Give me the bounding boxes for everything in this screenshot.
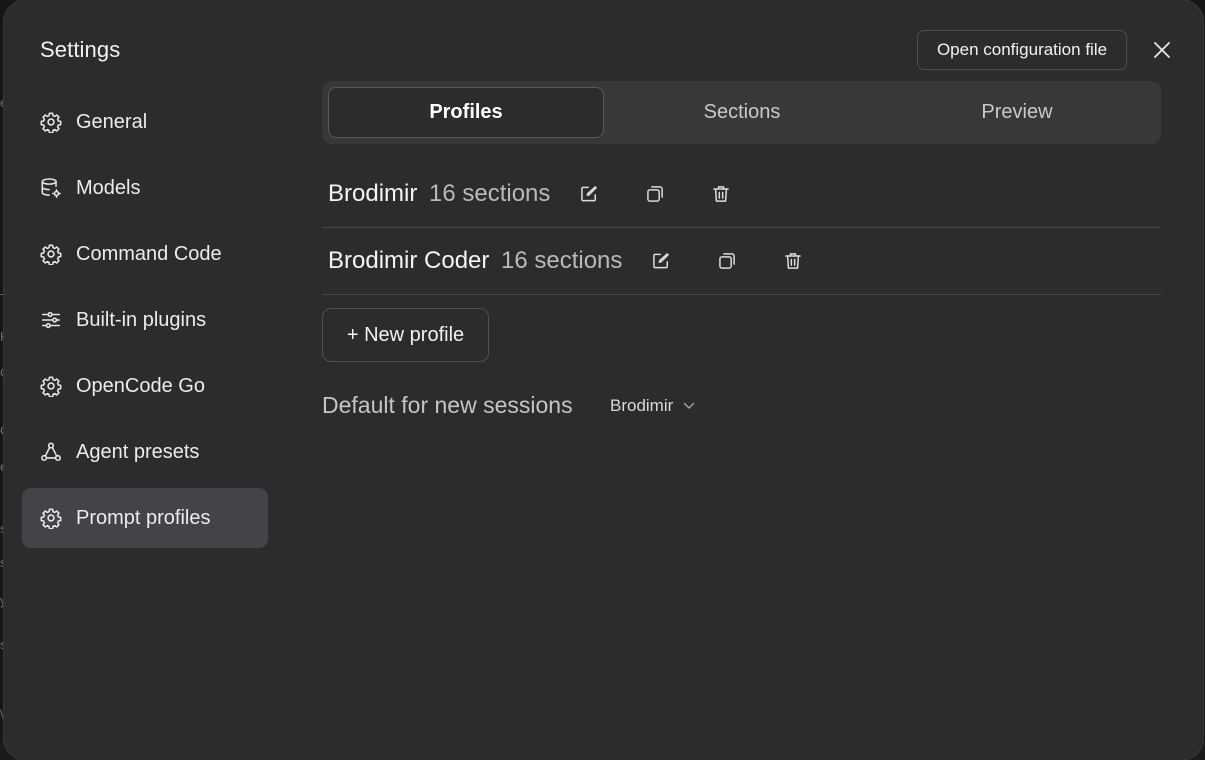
- profile-name: Brodimir: [328, 180, 418, 207]
- default-profile-label: Default for new sessions: [322, 392, 573, 418]
- sidebar-item-label: General: [76, 110, 148, 133]
- edit-profile-button[interactable]: [577, 182, 601, 206]
- copy-icon: [647, 186, 663, 202]
- tab-sections[interactable]: Sections: [604, 87, 880, 138]
- duplicate-profile-button[interactable]: [643, 182, 667, 206]
- database-gear-icon: [40, 177, 62, 199]
- chevron-down-icon: [683, 402, 695, 410]
- new-profile-button[interactable]: + New profile: [322, 308, 489, 362]
- default-profile-select[interactable]: Brodimir: [602, 392, 703, 420]
- tab-preview[interactable]: Preview: [879, 87, 1155, 138]
- close-icon: [1154, 42, 1170, 58]
- gear-icon: [40, 507, 62, 529]
- profile-section-count: 16 sections: [429, 180, 551, 207]
- sidebar-item-general[interactable]: General: [22, 92, 268, 152]
- sidebar-item-built-in-plugins[interactable]: Built-in plugins: [22, 290, 268, 350]
- delete-profile-button[interactable]: [781, 249, 805, 273]
- profile-section-count: 16 sections: [501, 247, 623, 274]
- agents-icon: [40, 441, 62, 463]
- sidebar-item-command-code[interactable]: Command Code: [22, 224, 268, 284]
- delete-profile-button[interactable]: [709, 182, 733, 206]
- profile-tabs: Profiles Sections Preview: [322, 81, 1161, 144]
- sidebar-item-label: Built-in plugins: [76, 308, 207, 331]
- duplicate-profile-button[interactable]: [715, 249, 739, 273]
- open-configuration-file-button[interactable]: Open configuration file: [917, 30, 1127, 70]
- sidebar-item-prompt-profiles[interactable]: Prompt profiles: [22, 488, 268, 548]
- edit-icon: [581, 186, 597, 202]
- sidebar-item-label: Prompt profiles: [76, 506, 211, 529]
- sidebar-item-label: Agent presets: [76, 440, 200, 463]
- copy-icon: [719, 253, 735, 269]
- settings-sidebar: General Models Command Code Built-in plu…: [22, 92, 268, 554]
- sliders-icon: [40, 309, 62, 331]
- close-button[interactable]: [1148, 36, 1176, 64]
- trash-icon: [785, 253, 801, 269]
- gear-icon: [40, 375, 62, 397]
- settings-dialog: Settings Open configuration file General: [4, 0, 1203, 760]
- dialog-title: Settings: [40, 37, 121, 62]
- default-profile-value: Brodimir: [610, 396, 674, 415]
- edit-icon: [653, 253, 669, 269]
- tab-profiles[interactable]: Profiles: [328, 87, 604, 138]
- sidebar-item-models[interactable]: Models: [22, 158, 268, 218]
- sidebar-item-label: Models: [76, 176, 141, 199]
- sidebar-item-label: OpenCode Go: [76, 374, 205, 397]
- gear-icon: [40, 111, 62, 133]
- profile-name: Brodimir Coder: [328, 247, 490, 274]
- sidebar-item-label: Command Code: [76, 242, 222, 265]
- edit-profile-button[interactable]: [649, 249, 673, 273]
- sidebar-item-opencode-go[interactable]: OpenCode Go: [22, 356, 268, 416]
- profile-row: Brodimir 16 sections: [322, 162, 1161, 228]
- profile-row: Brodimir Coder 16 sections: [322, 229, 1161, 295]
- gear-icon: [40, 243, 62, 265]
- trash-icon: [713, 186, 729, 202]
- sidebar-item-agent-presets[interactable]: Agent presets: [22, 422, 268, 482]
